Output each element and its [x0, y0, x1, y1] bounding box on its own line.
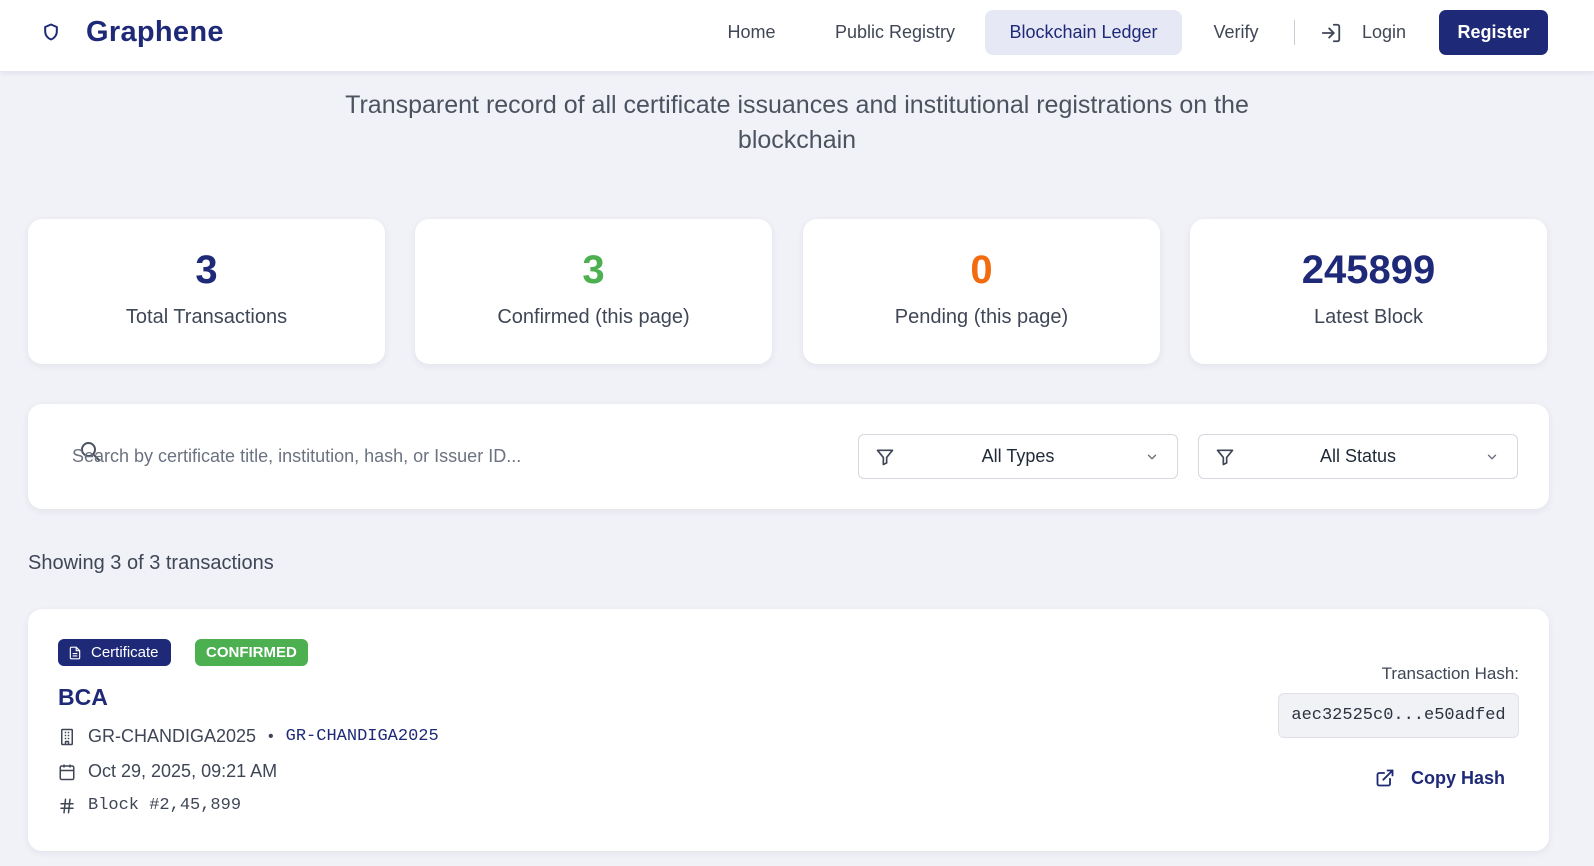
transaction-date: Oct 29, 2025, 09:21 AM [88, 761, 278, 781]
type-badge-label: Certificate [91, 644, 159, 661]
nav-verify[interactable]: Verify [1192, 10, 1280, 55]
stat-card-latest-block: 245899 Latest Block [1190, 219, 1547, 364]
stat-label: Pending (this page) [894, 306, 1069, 328]
login-link[interactable]: Login [1320, 10, 1406, 55]
stat-card-total-transactions: 3 Total Transactions [28, 219, 385, 364]
block-number: Block #2,45,899 [88, 796, 242, 815]
nav-blockchain-ledger[interactable]: Blockchain Ledger [985, 10, 1182, 55]
stat-value: 3 [582, 248, 605, 292]
status-select-value: All Status [1319, 446, 1397, 466]
hash-label: Transaction Hash: [1381, 664, 1519, 683]
copy-hash-button[interactable]: Copy Hash [1375, 764, 1505, 792]
stat-card-confirmed: 3 Confirmed (this page) [415, 219, 772, 364]
nav-divider [1294, 20, 1295, 45]
page-subtitle: Transparent record of all certificate is… [345, 91, 1249, 154]
chevron-down-icon [1487, 454, 1497, 460]
type-badge: Certificate [58, 639, 171, 666]
type-select-value: All Types [981, 446, 1055, 466]
separator-dot: • [268, 727, 274, 745]
file-text-icon [69, 646, 81, 659]
stat-card-pending: 0 Pending (this page) [803, 219, 1160, 364]
chevron-down-icon [1147, 454, 1157, 460]
results-count: Showing 3 of 3 transactions [28, 552, 274, 574]
hash-icon [58, 797, 76, 815]
stat-label: Confirmed (this page) [497, 306, 690, 328]
calendar-icon [58, 763, 76, 781]
stat-value: 3 [195, 248, 218, 292]
stat-value: 0 [970, 248, 993, 292]
main-nav: Home Public Registry Blockchain Ledger V… [0, 10, 1594, 55]
top-navbar: Graphene Home Public Registry Blockchain… [0, 0, 1594, 72]
block-row: Block #2,45,899 [58, 796, 241, 815]
transaction-title: BCA [58, 684, 108, 710]
institution-row: GR-CHANDIGA2025 • GR-CHANDIGA2025 [58, 726, 439, 747]
log-in-icon [1321, 23, 1341, 42]
search-input[interactable] [72, 440, 812, 472]
issuer-id[interactable]: GR-CHANDIGA2025 [286, 727, 439, 746]
login-label: Login [1362, 22, 1407, 42]
transaction-card: Certificate CONFIRMED BCA GR-CHANDIGA202… [28, 609, 1549, 851]
institution-name: GR-CHANDIGA2025 [88, 726, 257, 746]
building-icon [58, 728, 76, 746]
nav-public-registry[interactable]: Public Registry [815, 10, 975, 55]
status-select[interactable]: All Status [1198, 434, 1518, 479]
nav-home[interactable]: Home [700, 10, 803, 55]
transaction-hash[interactable]: aec32525c0...e50adfed [1278, 693, 1519, 738]
status-badge: CONFIRMED [195, 639, 308, 666]
date-row: Oct 29, 2025, 09:21 AM [58, 761, 277, 782]
type-select[interactable]: All Types [858, 434, 1178, 479]
stat-value: 245899 [1301, 248, 1436, 292]
filter-bar: All Types All Status [28, 404, 1549, 509]
copy-hash-label: Copy Hash [1410, 767, 1505, 788]
stat-label: Total Transactions [125, 306, 288, 328]
external-link-icon [1376, 769, 1394, 787]
stat-label: Latest Block [1314, 306, 1423, 328]
register-button[interactable]: Register [1439, 10, 1548, 55]
